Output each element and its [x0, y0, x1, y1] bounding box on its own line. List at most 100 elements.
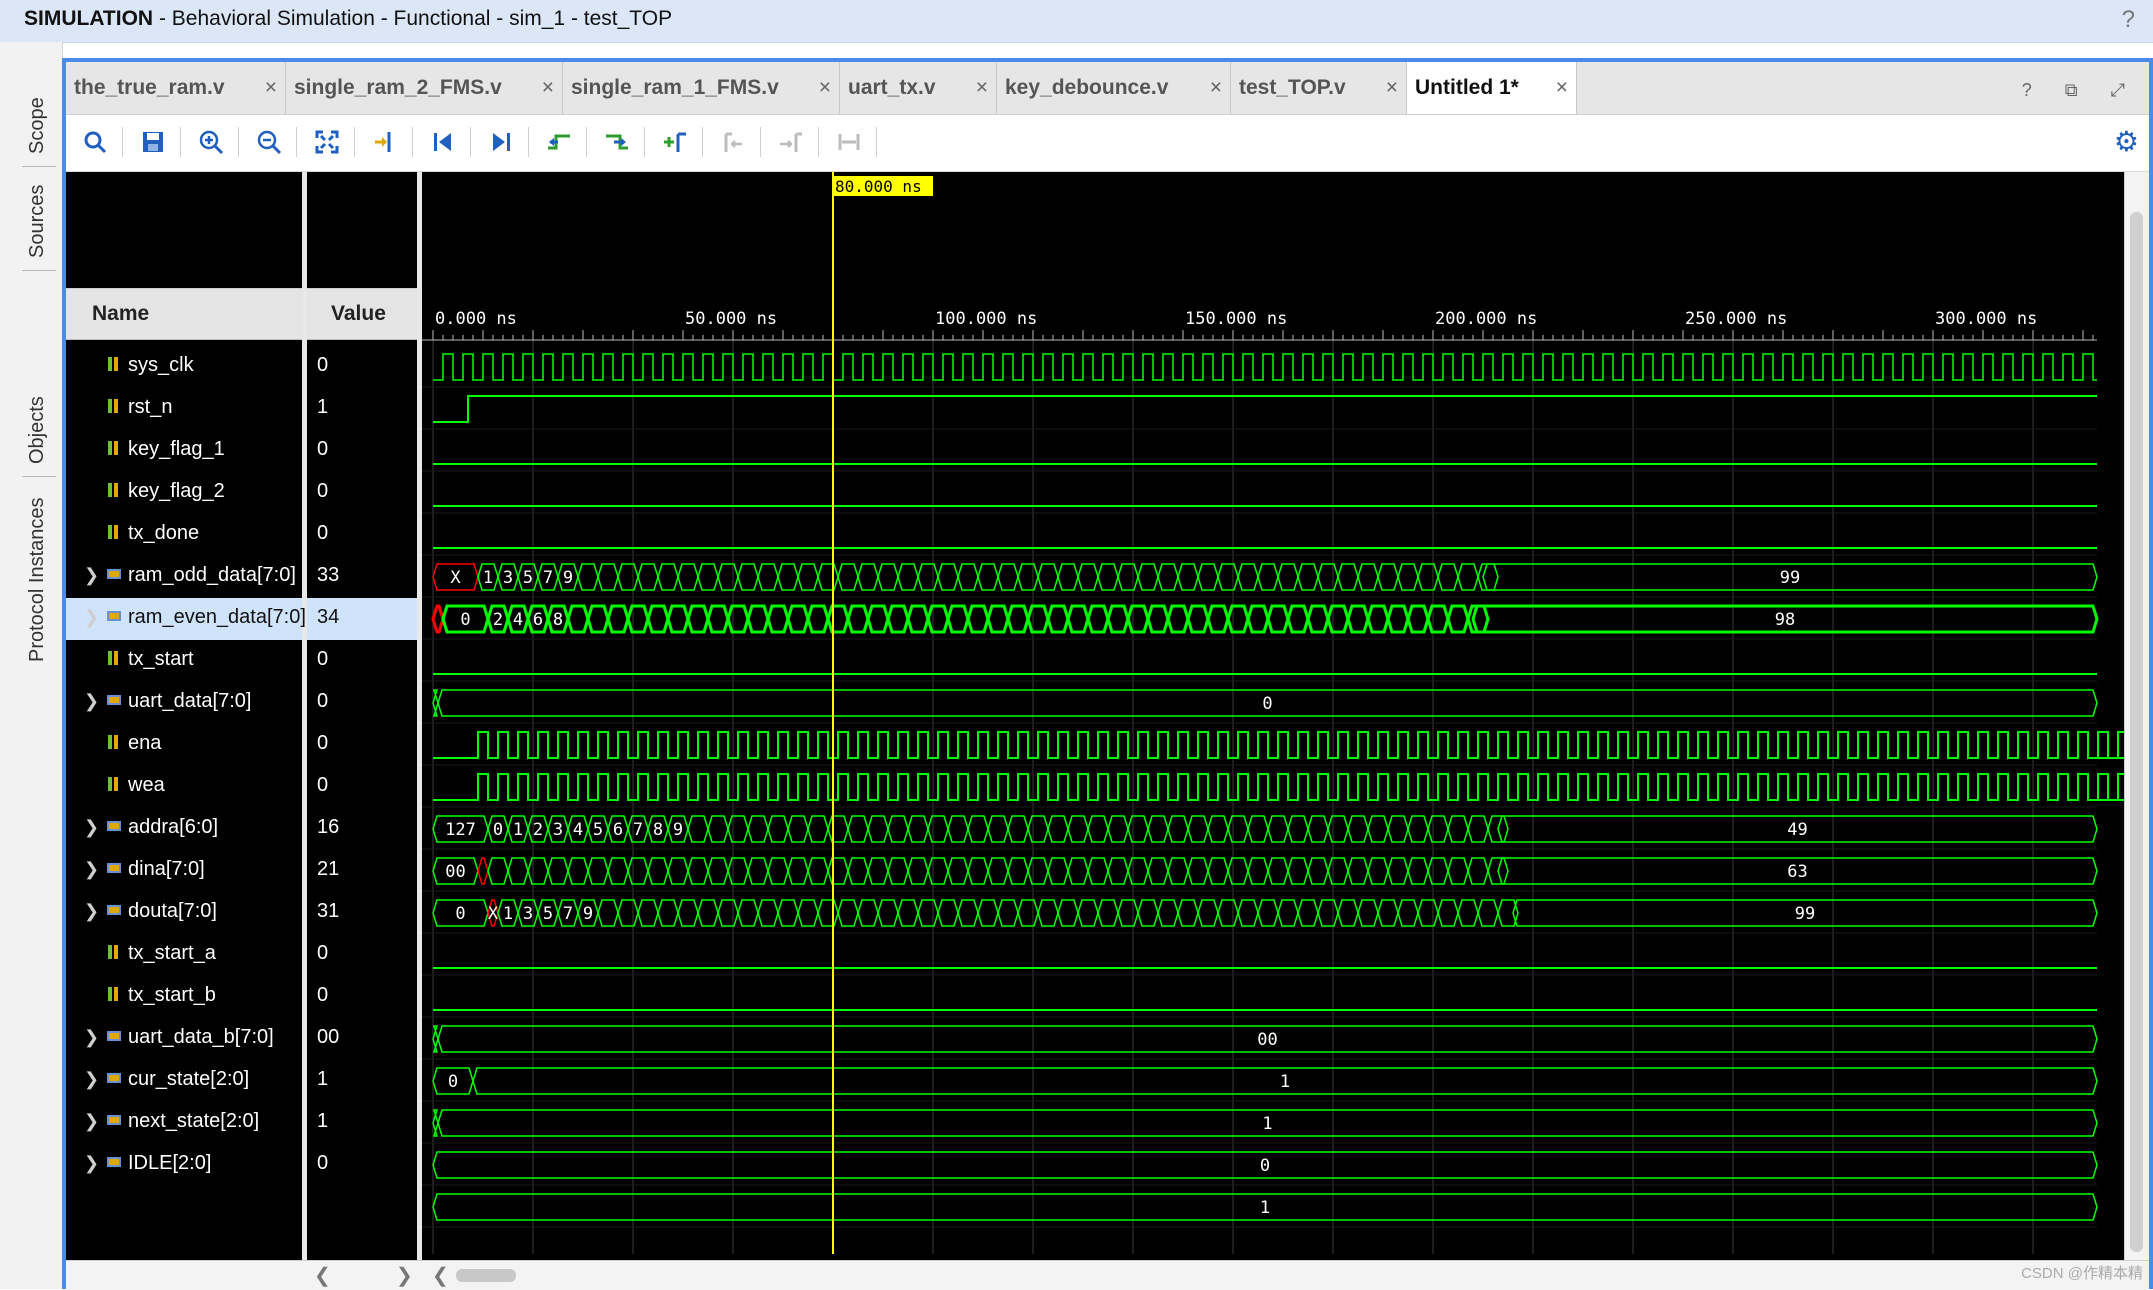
bus-segment [1106, 604, 1130, 634]
zoom-in-icon[interactable] [194, 125, 228, 159]
signal-row[interactable]: ena [66, 724, 302, 766]
waveform-canvas[interactable]: 0.000 ns 50.000 ns 100.000 ns 150.000 ns 200… [422, 172, 2125, 1260]
go-to-start-icon[interactable] [426, 125, 460, 159]
signal-row[interactable]: ❯ ram_odd_data[7:0] [66, 556, 302, 598]
previous-transition-icon[interactable] [542, 125, 576, 159]
signal-value-cell[interactable]: 0 [307, 514, 417, 556]
signal-value-cell[interactable]: 0 [307, 346, 417, 388]
tab-test-top[interactable]: test_TOP.v × [1231, 62, 1407, 114]
signal-value-cell[interactable]: 0 [307, 472, 417, 514]
signal-value-cell[interactable]: 0 [307, 430, 417, 472]
tab-single-ram-2-fms[interactable]: single_ram_2_FMS.v × [286, 62, 563, 114]
signal-value-cell[interactable]: 31 [307, 892, 417, 934]
tab-untitled-1[interactable]: Untitled 1* × [1407, 62, 1577, 114]
signal-row[interactable]: ❯ uart_data_b[7:0] [66, 1018, 302, 1060]
expand-chevron-icon[interactable]: ❯ [84, 607, 99, 628]
signal-row[interactable]: ❯ dina[7:0] [66, 850, 302, 892]
tab-sources[interactable]: Sources [26, 185, 49, 258]
name-column-header[interactable]: Name [66, 288, 302, 340]
close-icon[interactable]: × [1386, 76, 1398, 100]
zoom-out-icon[interactable] [252, 125, 286, 159]
signal-value-cell[interactable]: 34 [307, 598, 417, 640]
tab-objects[interactable]: Objects [26, 396, 49, 464]
next-marker-icon[interactable] [774, 125, 808, 159]
bus-segment [1047, 857, 1069, 885]
signal-row[interactable]: ❯ IDLE[2:0] [66, 1144, 302, 1186]
expand-chevron-icon[interactable]: ❯ [84, 565, 99, 586]
settings-gear-icon[interactable]: ⚙ [2114, 125, 2139, 158]
expand-chevron-icon[interactable]: ❯ [84, 1027, 99, 1048]
signal-row[interactable]: ❯ addra[6:0] [66, 808, 302, 850]
signal-value-cell[interactable]: 21 [307, 850, 417, 892]
close-icon[interactable]: × [542, 76, 554, 100]
signal-value-cell[interactable]: 0 [307, 640, 417, 682]
expand-chevron-icon[interactable]: ❯ [84, 691, 99, 712]
expand-chevron-icon[interactable]: ❯ [84, 1111, 99, 1132]
save-icon[interactable] [136, 125, 170, 159]
swap-cursors-icon[interactable] [832, 125, 866, 159]
scroll-left-icon[interactable]: ❮ [314, 1263, 331, 1288]
tab-window-controls[interactable]: ? ⧉ ⤢ [2022, 80, 2139, 101]
signal-value-cell[interactable]: 0 [307, 766, 417, 808]
bus-segment [1227, 815, 1249, 843]
signal-row[interactable]: ❯ uart_data[7:0] [66, 682, 302, 724]
signal-row[interactable]: ❯ ram_even_data[7:0] [66, 598, 306, 640]
signal-name: addra[6:0] [128, 816, 219, 838]
signal-value-cell[interactable]: 00 [307, 1018, 417, 1060]
signal-row[interactable]: sys_clk [66, 346, 302, 388]
signal-row[interactable]: tx_start_a [66, 934, 302, 976]
expand-chevron-icon[interactable]: ❯ [84, 1153, 99, 1174]
signal-value-cell[interactable]: 0 [307, 1144, 417, 1186]
signal-value-cell[interactable]: 33 [307, 556, 417, 598]
go-to-cursor-icon[interactable] [368, 125, 402, 159]
scroll-right-icon[interactable]: ❯ [396, 1263, 413, 1288]
expand-chevron-icon[interactable]: ❯ [84, 859, 99, 880]
tab-the-true-ram[interactable]: the_true_ram.v × [66, 62, 286, 114]
vertical-scrollbar[interactable] [2124, 172, 2149, 1260]
close-icon[interactable]: × [976, 76, 988, 100]
value-column-header[interactable]: Value [307, 288, 417, 340]
tab-single-ram-1-fms[interactable]: single_ram_1_FMS.v × [563, 62, 840, 114]
signal-value-cell[interactable]: 0 [307, 724, 417, 766]
horizontal-scrollbar[interactable]: ❮ ❯ ❮ [66, 1260, 2149, 1290]
tab-scope[interactable]: Scope [26, 97, 49, 154]
scroll-left-icon[interactable]: ❮ [432, 1263, 449, 1288]
signal-row[interactable]: tx_start [66, 640, 302, 682]
go-to-end-icon[interactable] [484, 125, 518, 159]
signal-value-cell[interactable] [307, 1186, 417, 1228]
expand-chevron-icon[interactable]: ❯ [84, 901, 99, 922]
signal-row[interactable]: tx_start_b [66, 976, 302, 1018]
signal-value-cell[interactable]: 0 [307, 976, 417, 1018]
next-transition-icon[interactable] [600, 125, 634, 159]
signal-row[interactable] [66, 1186, 302, 1228]
bus-segment [706, 604, 730, 634]
expand-chevron-icon[interactable]: ❯ [84, 1069, 99, 1090]
search-icon[interactable] [78, 125, 112, 159]
signal-row[interactable]: key_flag_1 [66, 430, 302, 472]
signal-row[interactable]: rst_n [66, 388, 302, 430]
close-icon[interactable]: × [265, 76, 277, 100]
signal-row[interactable]: ❯ next_state[2:0] [66, 1102, 302, 1144]
signal-row[interactable]: ❯ douta[7:0] [66, 892, 302, 934]
tab-uart-tx[interactable]: uart_tx.v × [840, 62, 997, 114]
signal-row[interactable]: ❯ cur_state[2:0] [66, 1060, 302, 1102]
expand-chevron-icon[interactable]: ❯ [84, 817, 99, 838]
signal-value-cell[interactable]: 16 [307, 808, 417, 850]
add-marker-icon[interactable] [658, 125, 692, 159]
tab-key-debounce[interactable]: key_debounce.v × [997, 62, 1231, 114]
signal-value-cell[interactable]: 1 [307, 1060, 417, 1102]
help-icon[interactable]: ? [2122, 6, 2135, 34]
signal-value-cell[interactable]: 0 [307, 934, 417, 976]
signal-value-cell[interactable]: 1 [307, 1102, 417, 1144]
signal-row[interactable]: key_flag_2 [66, 472, 302, 514]
tab-protocol-instances[interactable]: Protocol Instances [26, 497, 49, 662]
signal-value-cell[interactable]: 1 [307, 388, 417, 430]
previous-marker-icon[interactable] [716, 125, 750, 159]
signal-row[interactable]: wea [66, 766, 302, 808]
signal-row[interactable]: tx_done [66, 514, 302, 556]
signal-value-cell[interactable]: 0 [307, 682, 417, 724]
close-icon[interactable]: × [1556, 76, 1568, 100]
zoom-fit-icon[interactable] [310, 125, 344, 159]
close-icon[interactable]: × [819, 76, 831, 100]
close-icon[interactable]: × [1210, 76, 1222, 100]
